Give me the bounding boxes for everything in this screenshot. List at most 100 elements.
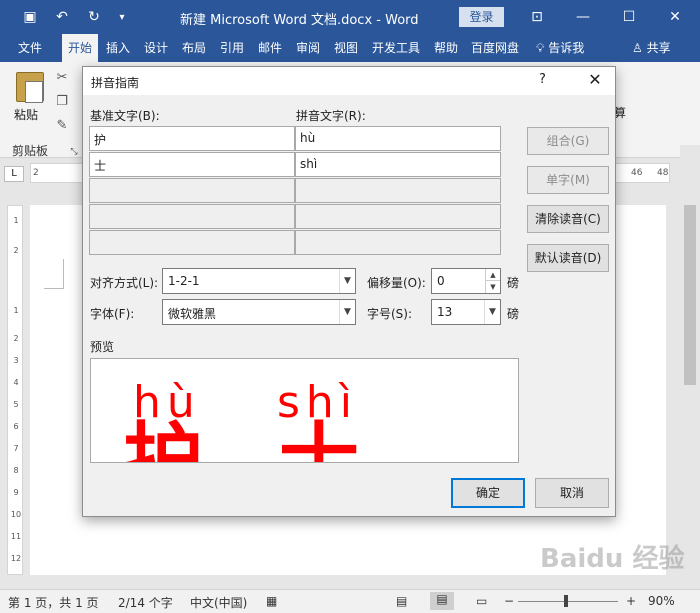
ruler-number: 2 — [13, 246, 19, 255]
page-count[interactable]: 第 1 页，共 1 页 — [8, 594, 99, 611]
paste-button[interactable]: 粘贴 — [14, 106, 38, 123]
spin-up-icon[interactable]: ▲ — [485, 269, 500, 281]
tab-selector[interactable]: L — [4, 166, 24, 182]
pinyin-text-field — [295, 230, 501, 255]
tab-home[interactable]: 开始 — [62, 34, 98, 62]
save-icon[interactable]: ▣ — [16, 0, 44, 34]
zoom-slider-thumb[interactable] — [564, 595, 568, 607]
preview-label: 预览 — [90, 340, 115, 354]
offset-label: 偏移量(O): — [367, 276, 426, 290]
clear-pinyin-button[interactable]: 清除读音(C) — [527, 205, 609, 233]
tab-baidu-netdisk[interactable]: 百度网盘 — [466, 34, 524, 62]
help-icon[interactable]: ? — [539, 72, 546, 87]
ruler-mark: 46 — [631, 168, 643, 178]
zoom-level[interactable]: 90% — [648, 594, 675, 608]
ruler-mark: 48 — [657, 168, 669, 178]
base-text-field — [89, 204, 295, 229]
pinyin-text-field[interactable]: shì — [295, 152, 501, 177]
ruler-number: 7 — [13, 444, 19, 453]
ruler-number: 1 — [13, 216, 19, 225]
offset-stepper[interactable]: 0 ▲ ▼ — [431, 268, 501, 294]
watermark-logo: Baidu 经验 — [540, 544, 685, 574]
redo-icon[interactable]: ↻ — [80, 0, 108, 34]
base-text-field[interactable]: 护 — [89, 126, 295, 151]
alignment-select[interactable]: 1-2-1 ▼ — [162, 268, 356, 294]
clipboard-launcher-icon[interactable]: ⤡ — [66, 144, 82, 160]
scrollbar-thumb[interactable] — [684, 205, 696, 385]
minimize-icon[interactable]: — — [560, 0, 606, 34]
offset-value: 0 — [437, 274, 445, 288]
macro-icon[interactable]: ▦ — [266, 594, 277, 608]
tab-review[interactable]: 审阅 — [290, 34, 326, 62]
size-select[interactable]: 13 ▼ — [431, 299, 501, 325]
tab-references[interactable]: 引用 — [214, 34, 250, 62]
ruler-number: 8 — [13, 466, 19, 475]
close-icon[interactable]: ✕ — [583, 70, 607, 89]
tab-mailings[interactable]: 邮件 — [252, 34, 288, 62]
preview-hanzi: 士 — [279, 414, 359, 463]
read-mode-icon[interactable]: ▤ — [396, 594, 407, 608]
alignment-label: 对齐方式(L): — [90, 276, 159, 290]
maximize-icon[interactable]: ☐ — [606, 0, 652, 34]
ruler-number: 5 — [13, 400, 19, 409]
language-indicator[interactable]: 中文(中国) — [190, 594, 247, 611]
combine-button[interactable]: 组合(G) — [527, 127, 609, 155]
tab-help[interactable]: 帮助 — [428, 34, 464, 62]
tab-insert[interactable]: 插入 — [100, 34, 136, 62]
font-select[interactable]: 微软雅黑 ▼ — [162, 299, 356, 325]
base-text-label: 基准文字(B): — [90, 109, 160, 123]
zoom-in-button[interactable]: + — [626, 594, 636, 608]
pinyin-text-label: 拼音文字(R): — [296, 109, 366, 123]
pinyin-text-field — [295, 204, 501, 229]
login-button[interactable]: 登录 — [459, 7, 504, 27]
word-count[interactable]: 2/14 个字 — [118, 594, 173, 611]
status-bar: 第 1 页，共 1 页 2/14 个字 中文(中国) ▦ ▤ ▤ ▭ − + 9… — [0, 589, 700, 613]
share-button[interactable]: ♙ 共享 — [632, 34, 671, 62]
dialog-title: 拼音指南 — [91, 76, 140, 90]
format-painter-icon[interactable]: ✎ — [54, 118, 70, 134]
tab-view[interactable]: 视图 — [328, 34, 364, 62]
spin-down-icon[interactable]: ▼ — [485, 281, 500, 293]
zoom-out-button[interactable]: − — [504, 594, 514, 608]
font-label: 字体(F): — [90, 307, 135, 321]
tell-me-label: 告诉我 — [548, 41, 585, 55]
size-value: 13 — [437, 305, 453, 319]
web-layout-icon[interactable]: ▭ — [476, 594, 487, 608]
base-text-field[interactable]: 士 — [89, 152, 295, 177]
ruler-number: 6 — [13, 422, 19, 431]
undo-icon[interactable]: ↶ — [48, 0, 76, 34]
close-window-icon[interactable]: ✕ — [652, 0, 698, 34]
print-layout-icon[interactable]: ▤ — [430, 592, 454, 610]
preview-hanzi: 护 — [123, 414, 203, 463]
ruler-number: 12 — [10, 554, 22, 563]
cut-icon[interactable]: ✂ — [54, 70, 70, 86]
margin-corner-mark — [44, 259, 64, 289]
chevron-down-icon: ▼ — [339, 269, 355, 293]
ruler-number: 2 — [13, 334, 19, 343]
zoom-slider[interactable] — [518, 601, 618, 602]
tell-me-search[interactable]: 💡︎ 告诉我 — [536, 34, 584, 62]
vertical-ruler[interactable]: 1 2 1 2 3 4 5 6 7 8 9 10 11 12 — [7, 205, 23, 575]
ruler-number: 3 — [13, 356, 19, 365]
customize-qat-icon[interactable]: ▾ — [112, 0, 132, 34]
chevron-down-icon: ▼ — [484, 300, 500, 324]
tab-file[interactable]: 文件 — [8, 34, 52, 62]
cancel-button[interactable]: 取消 — [535, 478, 609, 508]
pinyin-text-field[interactable]: hù — [295, 126, 501, 151]
copy-icon[interactable]: ❐ — [54, 94, 70, 110]
ok-button[interactable]: 确定 — [451, 478, 525, 508]
title-bar: ▣ ↶ ↻ ▾ 新建 Microsoft Word 文档.docx - Word… — [0, 0, 700, 34]
tab-design[interactable]: 设计 — [138, 34, 174, 62]
paste-icon[interactable] — [16, 72, 44, 103]
font-value: 微软雅黑 — [168, 307, 217, 321]
default-pinyin-button[interactable]: 默认读音(D) — [527, 244, 609, 272]
preview-box: hù shì 护 士 — [90, 358, 519, 463]
tab-developer[interactable]: 开发工具 — [366, 34, 426, 62]
single-char-button[interactable]: 单字(M) — [527, 166, 609, 194]
base-text-field — [89, 230, 295, 255]
tab-layout[interactable]: 布局 — [176, 34, 212, 62]
share-label: 共享 — [646, 41, 671, 55]
document-title: 新建 Microsoft Word 文档.docx - Word — [180, 13, 419, 28]
vertical-scrollbar[interactable] — [680, 145, 700, 585]
ribbon-display-icon[interactable]: ⊡ — [514, 0, 560, 34]
